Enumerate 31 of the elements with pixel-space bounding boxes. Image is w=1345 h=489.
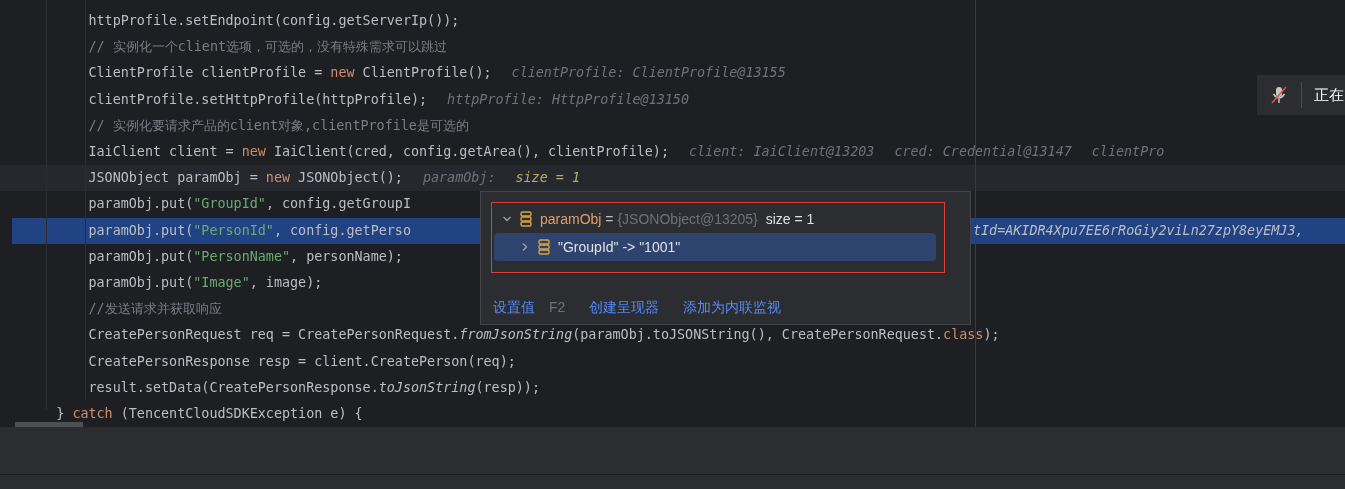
code-line: httpProfile.setEndpoint(config.getServerIp()); [87,13,460,30]
code-line: paramObj.put("Image", image); [87,274,323,291]
code-line: result.setData(CreatePersonResponse.toJsonString(resp)); [87,379,540,396]
tree-row[interactable]: paramObj = {JSONObject@13205} size = 1 [494,205,936,233]
tree-row[interactable]: "GroupId" -> "1001" [494,233,936,261]
code-line: //发送请求并获取响应 [87,301,222,318]
code-line: paramObj.put("PersonName", personName); [87,248,403,265]
muted-microphone-icon [1269,85,1289,105]
shortcut-hint: F2 [549,298,566,317]
variable-icon [520,211,532,227]
variable-label: paramObj = {JSONObject@13205} size = 1 [540,209,815,229]
code-line: JSONObject paramObj = new JSONObject(); paramObj: size = 1 [87,170,580,187]
code-line: ClientProfile clientProfile = new ClientProfile(); clientProfile: ClientProfile@13155 [87,65,786,82]
entry-label: "GroupId" -> "1001" [558,237,681,257]
expand-chevron-icon[interactable] [520,242,530,252]
popup-action-link[interactable]: 添加为内联监视 [683,297,782,318]
collapse-chevron-icon[interactable] [502,214,512,224]
popup-action-link[interactable]: 设置值 [493,297,535,318]
code-line: IaiClient client = new IaiClient(cred, config.getArea(), clientProfile); client: IaiClient@13203 cred: Credential@13147 clientPro [87,144,1165,161]
code-line: CreatePersonRequest req = CreatePersonRequest.fromJsonString(paramObj.toJSONString(), CreatePersonRequest.class); [87,327,1000,344]
code-line: paramObj.put("PersonId", config.getPerso [87,222,411,239]
code-line: paramObj.put("GroupId", config.getGroupI [87,196,411,213]
code-line: clientProfile.setHttpProfile(httpProfile); httpProfile: HttpProfile@13150 [87,91,689,108]
variable-icon [538,239,550,255]
inline-value-hint: tId=AKIDR4Xpu7EE6rRoGiy2viLn27zpY8eyEMJ3, [973,221,1304,240]
horizontal-scrollbar[interactable] [15,422,83,427]
popup-action-link[interactable]: 创建呈现器 [589,297,660,318]
code-line: } catch (TencentCloudSDKException e) { [55,405,363,422]
notification-text: 正在 [1314,84,1344,105]
code-line: // 实例化要请求产品的client对象,clientProfile是可选的 [87,117,469,134]
code-line: CreatePersonResponse resp = client.CreatePerson(req); [87,353,516,370]
